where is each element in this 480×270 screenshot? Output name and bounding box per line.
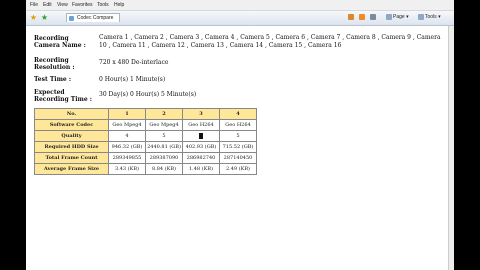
header-col-4: 4	[219, 108, 257, 120]
tab-codec-compare[interactable]: Codec Compare	[66, 13, 120, 22]
table-cell: 289349855	[108, 152, 146, 164]
table-cell: 2.49 (KB)	[219, 163, 257, 175]
table-header-row: No. 1 2 3 4	[34, 108, 257, 120]
page-menu-icon	[386, 13, 392, 20]
table-cell: 946.32 (GB)	[108, 141, 146, 153]
table-cell: 8.84 (KB)	[145, 163, 183, 175]
resolution-value: 720 x 480 De-interlace	[99, 59, 169, 66]
table-cell: 1.48 (KB)	[182, 163, 220, 175]
menu-tools[interactable]: Tools	[97, 2, 109, 8]
menu-help[interactable]: Help	[114, 2, 124, 8]
table-cell: 5	[219, 130, 257, 142]
table-cell: 286982740	[182, 152, 220, 164]
menu-file[interactable]: File	[30, 2, 38, 8]
favorites-star-icon[interactable]: ★	[29, 13, 38, 22]
tools-menu-label: Tools	[425, 14, 437, 20]
table-cell: 402.93 (GB)	[182, 141, 220, 153]
tools-menu-button[interactable]: Tools ▾	[418, 13, 441, 22]
table-cell: 289387090	[145, 152, 183, 164]
row-label: Quality	[34, 130, 109, 142]
table-cell: Geo H264	[219, 119, 257, 131]
expected-recording-label: Expected Recording Time :	[34, 89, 92, 103]
menu-edit[interactable]: Edit	[43, 2, 52, 8]
tab-label: Codec Compare	[77, 15, 114, 21]
page-menu-button[interactable]: Page ▾	[386, 13, 409, 22]
toolbar: ★ ★ Codec Compare Page ▾ Tools ▾	[26, 11, 454, 26]
table-row: Average Frame Size 3.43 (KB) 8.84 (KB) 1…	[34, 163, 257, 175]
selected-cell-marker[interactable]	[199, 132, 203, 139]
expected-recording-value: 30 Day(s) 0 Hour(s) 5 Minute(s)	[99, 91, 197, 98]
page-icon	[69, 16, 74, 21]
codec-compare-table: No. 1 2 3 4 Software Codec Geo Mpeg4 Geo…	[34, 108, 257, 175]
add-favorite-icon[interactable]: ★	[40, 13, 49, 22]
vertical-scrollbar[interactable]	[448, 26, 454, 270]
home-icon[interactable]	[348, 13, 355, 22]
row-label: Total Frame Count	[34, 152, 109, 164]
row-label: Required HDD Size	[34, 141, 109, 153]
header-col-2: 2	[145, 108, 183, 120]
page-content: Recording Camera Name : Camera 1 , Camer…	[26, 26, 454, 270]
table-cell: 3.43 (KB)	[108, 163, 146, 175]
table-row: Software Codec Geo Mpeg4 Geo Mpeg4 Geo H…	[34, 119, 257, 131]
recording-camera-label: Recording Camera Name :	[34, 35, 86, 49]
table-cell: 715.52 (GB)	[219, 141, 257, 153]
menu-view[interactable]: View	[57, 2, 68, 8]
table-cell: 287140450	[219, 152, 257, 164]
test-time-value: 0 Hour(s) 1 Minute(s)	[99, 76, 166, 83]
row-label: Average Frame Size	[34, 163, 109, 175]
table-cell: 2440.81 (GB)	[145, 141, 183, 153]
recording-camera-value: Camera 1 , Camera 2 , Camera 3 , Camera …	[99, 34, 441, 49]
tools-menu-icon	[418, 13, 424, 20]
menu-bar: File Edit View Favorites Tools Help	[26, 0, 454, 11]
table-cell: Geo Mpeg4	[108, 119, 146, 131]
table-cell: 4	[108, 130, 146, 142]
feeds-icon[interactable]	[359, 13, 366, 22]
test-time-label: Test Time :	[34, 76, 72, 83]
table-row: Quality 4 5 5	[34, 130, 257, 142]
table-cell	[182, 130, 220, 142]
menu-favorites[interactable]: Favorites	[72, 2, 93, 8]
print-icon[interactable]	[370, 13, 377, 22]
resolution-label: Recording Resolution :	[34, 57, 75, 71]
table-row: Required HDD Size 946.32 (GB) 2440.81 (G…	[34, 141, 257, 153]
header-no: No.	[34, 108, 109, 120]
table-cell: 5	[145, 130, 183, 142]
row-label: Software Codec	[34, 119, 109, 131]
table-cell: Geo H264	[182, 119, 220, 131]
table-row: Total Frame Count 289349855 289387090 28…	[34, 152, 257, 164]
browser-window: File Edit View Favorites Tools Help ★ ★ …	[26, 0, 454, 270]
table-cell: Geo Mpeg4	[145, 119, 183, 131]
header-col-3: 3	[182, 108, 220, 120]
header-col-1: 1	[108, 108, 146, 120]
page-menu-label: Page	[393, 14, 405, 20]
